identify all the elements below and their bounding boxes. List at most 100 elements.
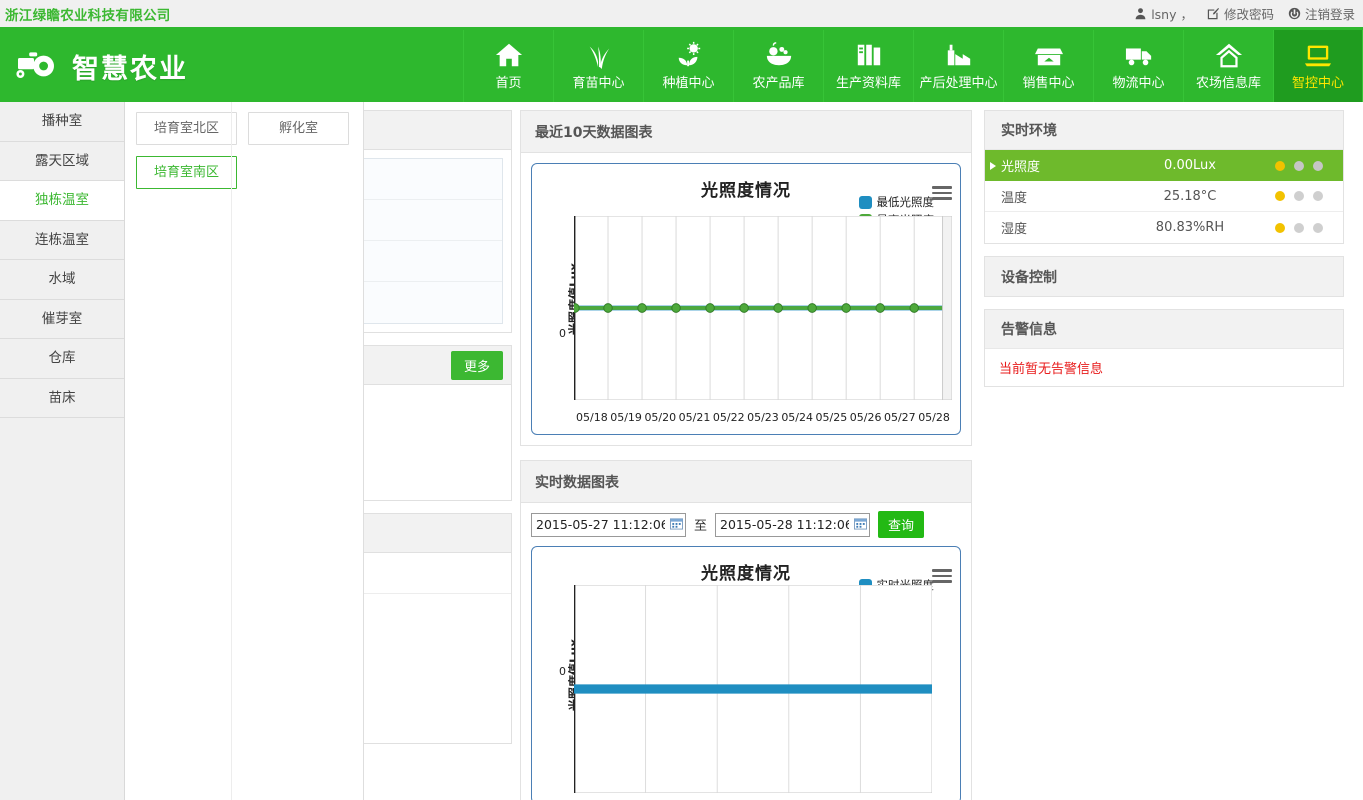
chart2-plot-area [574,585,932,793]
nav-items: 首页 育苗中心 种植中心 农产品库 生产资料库 产后处理中心 销售中心 物流中心… [463,30,1363,102]
chart1-menu-hamburger-icon[interactable] [932,186,952,203]
user-account[interactable]: lsny ， [1134,4,1193,23]
legend-item-min-light[interactable]: 最低光照度 [858,194,934,210]
chart1-y-tick-0: 0 [559,327,566,340]
env-status-dots [1275,191,1343,201]
env-row-illuminance[interactable]: 光照度 0.00Lux [985,150,1343,181]
status-dot-icon [1294,160,1304,171]
zone-button-group: 培育室北区 孵化室 培育室南区 [136,112,361,189]
device-control-panel: 设备控制 [984,256,1344,297]
charts-column: 最近10天数据图表 光照度情况 最低光照度 最高光照度 [520,110,972,800]
alert-message: 当前暂无告警信息 [999,362,1104,377]
x-tick: 05/23 [747,411,779,424]
sidebar-item-seedbed[interactable]: 苗床 [0,378,124,418]
sidebar-item-warehouse[interactable]: 仓库 [0,339,124,379]
light-realtime-chart[interactable]: 光照度情况 实时光照度 光照度值Lux 0 [531,546,961,800]
sidebar-item-water-area[interactable]: 水域 [0,260,124,300]
zone-button-south-nursery[interactable]: 培育室南区 [136,156,237,189]
right-column: 实时环境 光照度 0.00Lux 温度 25.18°C 湿度 80.83%RH … [984,110,1344,399]
realtime-chart-body: 光照度情况 实时光照度 光照度值Lux 0 [521,546,971,800]
x-tick: 05/24 [781,411,814,424]
env-row-temperature[interactable]: 温度 25.18°C [985,181,1343,212]
env-status-dots [1275,222,1343,233]
chart2-menu-hamburger-icon[interactable] [932,569,952,586]
home-icon [494,41,524,69]
nav-item-home[interactable]: 首页 [463,30,553,102]
legend-swatch-icon [858,195,872,209]
sidebar-item-germination-room[interactable]: 催芽室 [0,299,124,339]
logout-link[interactable]: 注销登录 [1288,4,1355,23]
date-filter-row: 至 查询 [521,503,971,546]
recent-10-days-body: 光照度情况 最低光照度 最高光照度 [521,153,971,445]
left-sidebar: 播种室 露天区域 独栋温室 连栋温室 水域 催芽室 仓库 苗床 [0,102,125,800]
realtime-data-title: 实时数据图表 [521,461,971,503]
light-history-chart[interactable]: 光照度情况 最低光照度 最高光照度 [531,163,961,435]
status-dot-icon [1313,222,1323,233]
top-bar: 浙江绿瞻农业科技有限公司 lsny ， 修改密码 注销登录 [0,0,1363,30]
sidebar-item-open-field[interactable]: 露天区域 [0,141,124,181]
sidebar-item-single-greenhouse[interactable]: 独栋温室 [0,181,124,221]
zone-subpanel: 培育室北区 孵化室 培育室南区 [126,102,364,800]
nav-label: 首页 [495,76,522,91]
nav-item-sales-center[interactable]: 销售中心 [1003,30,1093,102]
nav-item-seedling-center[interactable]: 育苗中心 [553,30,643,102]
recent-10-days-panel: 最近10天数据图表 光照度情况 最低光照度 最高光照度 [520,110,972,446]
status-dot-icon [1294,191,1304,201]
x-tick: 05/18 [576,411,608,424]
tractor-logo-icon [16,52,54,78]
calendar-icon[interactable] [670,517,683,530]
nav-label: 生产资料库 [835,76,901,91]
chart2-y-tick-0: 0 [559,665,566,678]
calendar-icon[interactable] [854,517,868,530]
recent-10-days-title: 最近10天数据图表 [521,111,971,153]
nav-item-postharvest-center[interactable]: 产后处理中心 [913,30,1003,102]
env-name: 光照度 [1001,160,1041,175]
realtime-environment-panel: 实时环境 光照度 0.00Lux 温度 25.18°C 湿度 80.83%RH [984,110,1344,244]
sidebar-item-sowing-room[interactable]: 播种室 [0,102,124,142]
brand[interactable]: 智慧农业 [0,30,463,102]
edit-icon [1207,7,1219,20]
x-tick: 05/22 [712,411,745,424]
env-value: 0.00Lux [1164,158,1216,173]
nav-label: 产后处理中心 [919,76,998,91]
env-row-humidity[interactable]: 湿度 80.83%RH [985,212,1343,243]
status-dot-icon [1275,191,1285,201]
nav-label: 物流中心 [1112,76,1165,91]
farmhouse-icon [1214,41,1244,69]
zone-button-north-nursery[interactable]: 培育室北区 [136,112,237,145]
date-to-input[interactable] [715,512,871,537]
produce-basket-icon [764,41,794,69]
user-icon [1135,8,1146,20]
brand-title: 智慧农业 [72,53,188,85]
alert-panel: 告警信息 当前暂无告警信息 [984,309,1344,387]
x-tick: 05/21 [678,411,711,424]
nav-label: 智控中心 [1291,76,1344,91]
more-button[interactable]: 更多 [450,350,503,380]
x-tick: 05/25 [815,411,848,424]
realtime-environment-title: 实时环境 [985,111,1343,150]
env-status-dots [1275,160,1343,171]
query-button[interactable]: 查询 [878,511,925,538]
nav-item-farm-info-library[interactable]: 农场信息库 [1183,30,1273,102]
nav-item-smart-control-center[interactable]: 智控中心 [1273,30,1363,102]
nav-label: 种植中心 [662,76,715,91]
app-root: 浙江绿瞻农业科技有限公司 lsny ， 修改密码 注销登录 智慧农业 首页 育苗… [0,0,1363,800]
sidebar-item-multispan-greenhouse[interactable]: 连栋温室 [0,220,124,260]
nav-item-produce-library[interactable]: 农产品库 [733,30,823,102]
nav-item-planting-center[interactable]: 种植中心 [643,30,733,102]
x-tick: 05/27 [883,411,916,424]
date-to-wrapper [715,512,871,537]
nav-item-production-materials[interactable]: 生产资料库 [823,30,913,102]
zone-button-hatchery[interactable]: 孵化室 [248,112,349,145]
change-password-label: 修改密码 [1223,7,1274,22]
monitor-icon [1303,41,1333,69]
top-right-actions: lsny ， 修改密码 注销登录 [1134,0,1355,27]
chart1-x-axis-labels: 05/18 05/19 05/20 05/21 05/22 05/23 05/2… [574,411,952,424]
body-area: 播种室 露天区域 独栋温室 连栋温室 水域 催芽室 仓库 苗床 日期： 暂无 天… [0,102,1363,800]
change-password-link[interactable]: 修改密码 [1207,4,1274,23]
nav-item-logistics-center[interactable]: 物流中心 [1093,30,1183,102]
status-dot-icon [1275,160,1285,171]
device-control-title: 设备控制 [985,257,1343,296]
status-dot-icon [1275,222,1285,233]
date-from-input[interactable] [531,512,686,537]
